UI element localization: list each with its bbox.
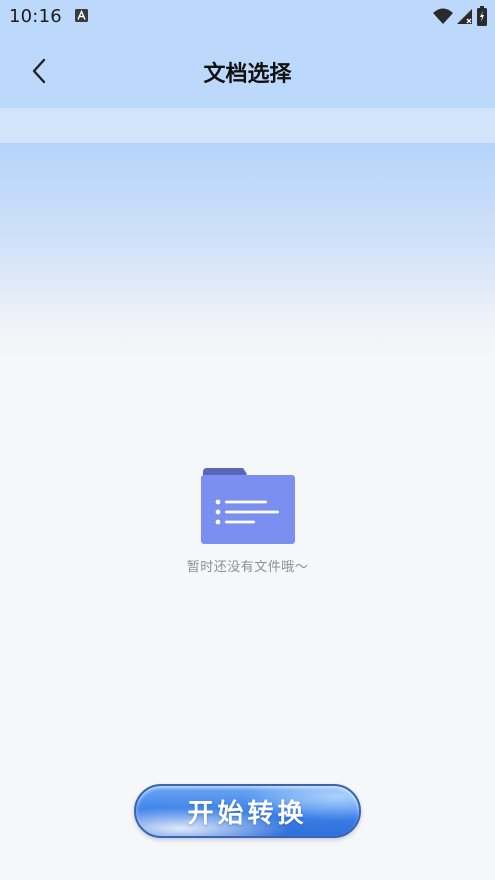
app-header: 文档选择: [0, 34, 495, 108]
folder-icon: [200, 468, 295, 544]
battery-icon: [477, 6, 487, 26]
empty-state: 暂时还没有文件哦～: [0, 466, 495, 575]
status-icons: [433, 6, 487, 26]
status-time: 10:16: [9, 6, 62, 27]
start-convert-button[interactable]: 开始转换: [134, 784, 361, 838]
empty-message: 暂时还没有文件哦～: [186, 560, 309, 575]
wifi-icon: [433, 8, 453, 24]
page-title: 文档选择: [203, 62, 292, 87]
start-convert-label: 开始转换: [187, 798, 308, 829]
a-notification-icon: [75, 9, 88, 22]
signal-icon: [457, 9, 472, 24]
status-bar: 10:16: [0, 0, 495, 34]
